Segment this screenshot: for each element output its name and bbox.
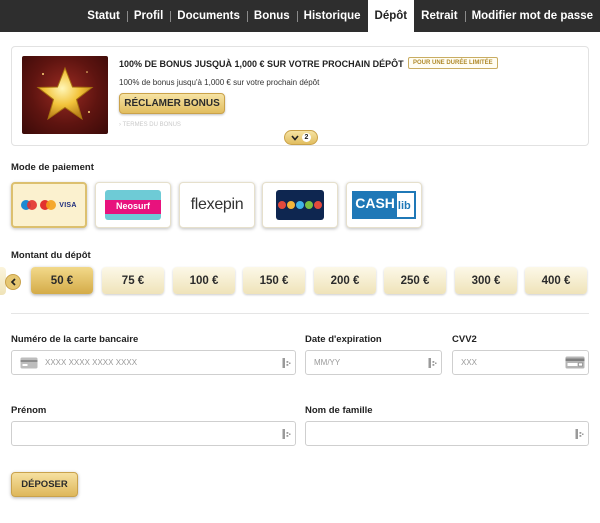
nav-item-historique[interactable]: Historique — [296, 0, 368, 32]
amount-option-300[interactable]: 300 € — [455, 267, 517, 294]
cards-logos: VISA — [21, 200, 77, 210]
amount-option-75[interactable]: 75 € — [102, 267, 164, 294]
chevron-down-icon — [290, 134, 299, 141]
expiry-field[interactable] — [305, 350, 442, 375]
autofill-key-icon[interactable] — [282, 357, 291, 369]
nav-item-bonus[interactable]: Bonus — [246, 0, 297, 32]
visa-logo: VISA — [59, 201, 77, 209]
amount-option-50[interactable]: 50 € — [31, 267, 93, 294]
neosurf-logo-text: Neosurf — [115, 201, 150, 211]
payment-method-label: Mode de paiement — [11, 162, 94, 173]
card-number-field[interactable] — [11, 350, 296, 375]
bonus-terms-link[interactable]: › TERMES DU BONUS — [119, 122, 181, 128]
lastname-label: Nom de famille — [305, 405, 373, 416]
nav-item-statut[interactable]: Statut — [80, 0, 127, 32]
bonus-card: 100% DE BONUS JUSQUÀ 1,000 € SUR VOTRE P… — [11, 46, 589, 146]
cvv-field[interactable] — [452, 350, 589, 375]
firstname-field[interactable] — [11, 421, 296, 446]
autofill-key-icon[interactable] — [282, 428, 291, 440]
cvv-input[interactable] — [453, 351, 565, 374]
amount-option-200[interactable]: 200 € — [314, 267, 376, 294]
nav-item-modifier-mot-de-passe[interactable]: Modifier mot de passe — [464, 0, 600, 32]
amount-option-400[interactable]: 400 € — [525, 267, 587, 294]
cvv-label: CVV2 — [452, 334, 477, 345]
autofill-key-icon[interactable] — [575, 428, 584, 440]
top-navigation: Statut Profil Documents Bonus Historique… — [0, 0, 600, 38]
flexepin-logo: flexepin — [190, 196, 244, 213]
section-divider — [11, 313, 589, 314]
payment-method-cashlib[interactable]: CASH lib — [346, 182, 422, 228]
cashlib-logo-lib: lib — [396, 191, 416, 219]
autofill-key-icon[interactable] — [428, 357, 437, 369]
expand-bonuses-button[interactable]: 2 — [284, 130, 318, 145]
firstname-input[interactable] — [12, 422, 282, 445]
maestro-icon — [21, 200, 38, 210]
bonus-image — [22, 56, 108, 134]
card-number-label: Numéro de la carte bancaire — [11, 334, 139, 345]
amount-scroll-left-button[interactable] — [5, 274, 21, 290]
more-bonuses-count: 2 — [301, 133, 312, 142]
amount-option-250[interactable]: 250 € — [384, 267, 446, 294]
voucher-logo — [276, 190, 324, 220]
expiry-input[interactable] — [306, 351, 428, 374]
deposit-button[interactable]: DÉPOSER — [11, 472, 78, 497]
chevron-left-icon — [10, 278, 16, 286]
gold-star-icon — [36, 66, 94, 121]
nav-items: Statut Profil Documents Bonus Historique… — [80, 0, 600, 38]
bonus-subtitle: 100% de bonus jusqu'à 1,000 € sur votre … — [119, 78, 320, 87]
nav-item-retrait[interactable]: Retrait — [414, 0, 464, 32]
cashlib-logo-cash: CASH — [352, 191, 397, 219]
payment-method-cards[interactable]: VISA — [11, 182, 87, 228]
bonus-title: 100% DE BONUS JUSQUÀ 1,000 € SUR VOTRE P… — [119, 59, 404, 69]
credit-card-icon — [20, 357, 38, 368]
nav-item-depot[interactable]: Dépôt — [367, 0, 415, 38]
lastname-field[interactable] — [305, 421, 589, 446]
bonus-terms-label: TERMES DU BONUS — [122, 122, 181, 128]
payment-method-neosurf[interactable]: Neosurf — [95, 182, 171, 228]
payment-method-flexepin[interactable]: flexepin — [179, 182, 255, 228]
amount-option-150[interactable]: 150 € — [243, 267, 305, 294]
card-back-icon — [565, 356, 585, 369]
neosurf-logo: Neosurf — [105, 190, 161, 220]
expiry-label: Date d'expiration — [305, 334, 382, 345]
nav-item-documents[interactable]: Documents — [170, 0, 247, 32]
amount-option-100[interactable]: 100 € — [173, 267, 235, 294]
nav-item-profil[interactable]: Profil — [126, 0, 170, 32]
mastercard-icon — [40, 200, 57, 210]
limited-time-badge: POUR UNE DURÉE LIMITÉE — [408, 57, 498, 69]
payment-method-voucher[interactable] — [262, 182, 338, 228]
lastname-input[interactable] — [306, 422, 575, 445]
cashlib-logo: CASH lib — [352, 191, 416, 219]
claim-bonus-button[interactable]: RÉCLAMER BONUS — [119, 93, 225, 114]
deposit-amount-label: Montant du dépôt — [11, 250, 91, 261]
card-number-input[interactable] — [38, 351, 282, 374]
firstname-label: Prénom — [11, 405, 47, 416]
